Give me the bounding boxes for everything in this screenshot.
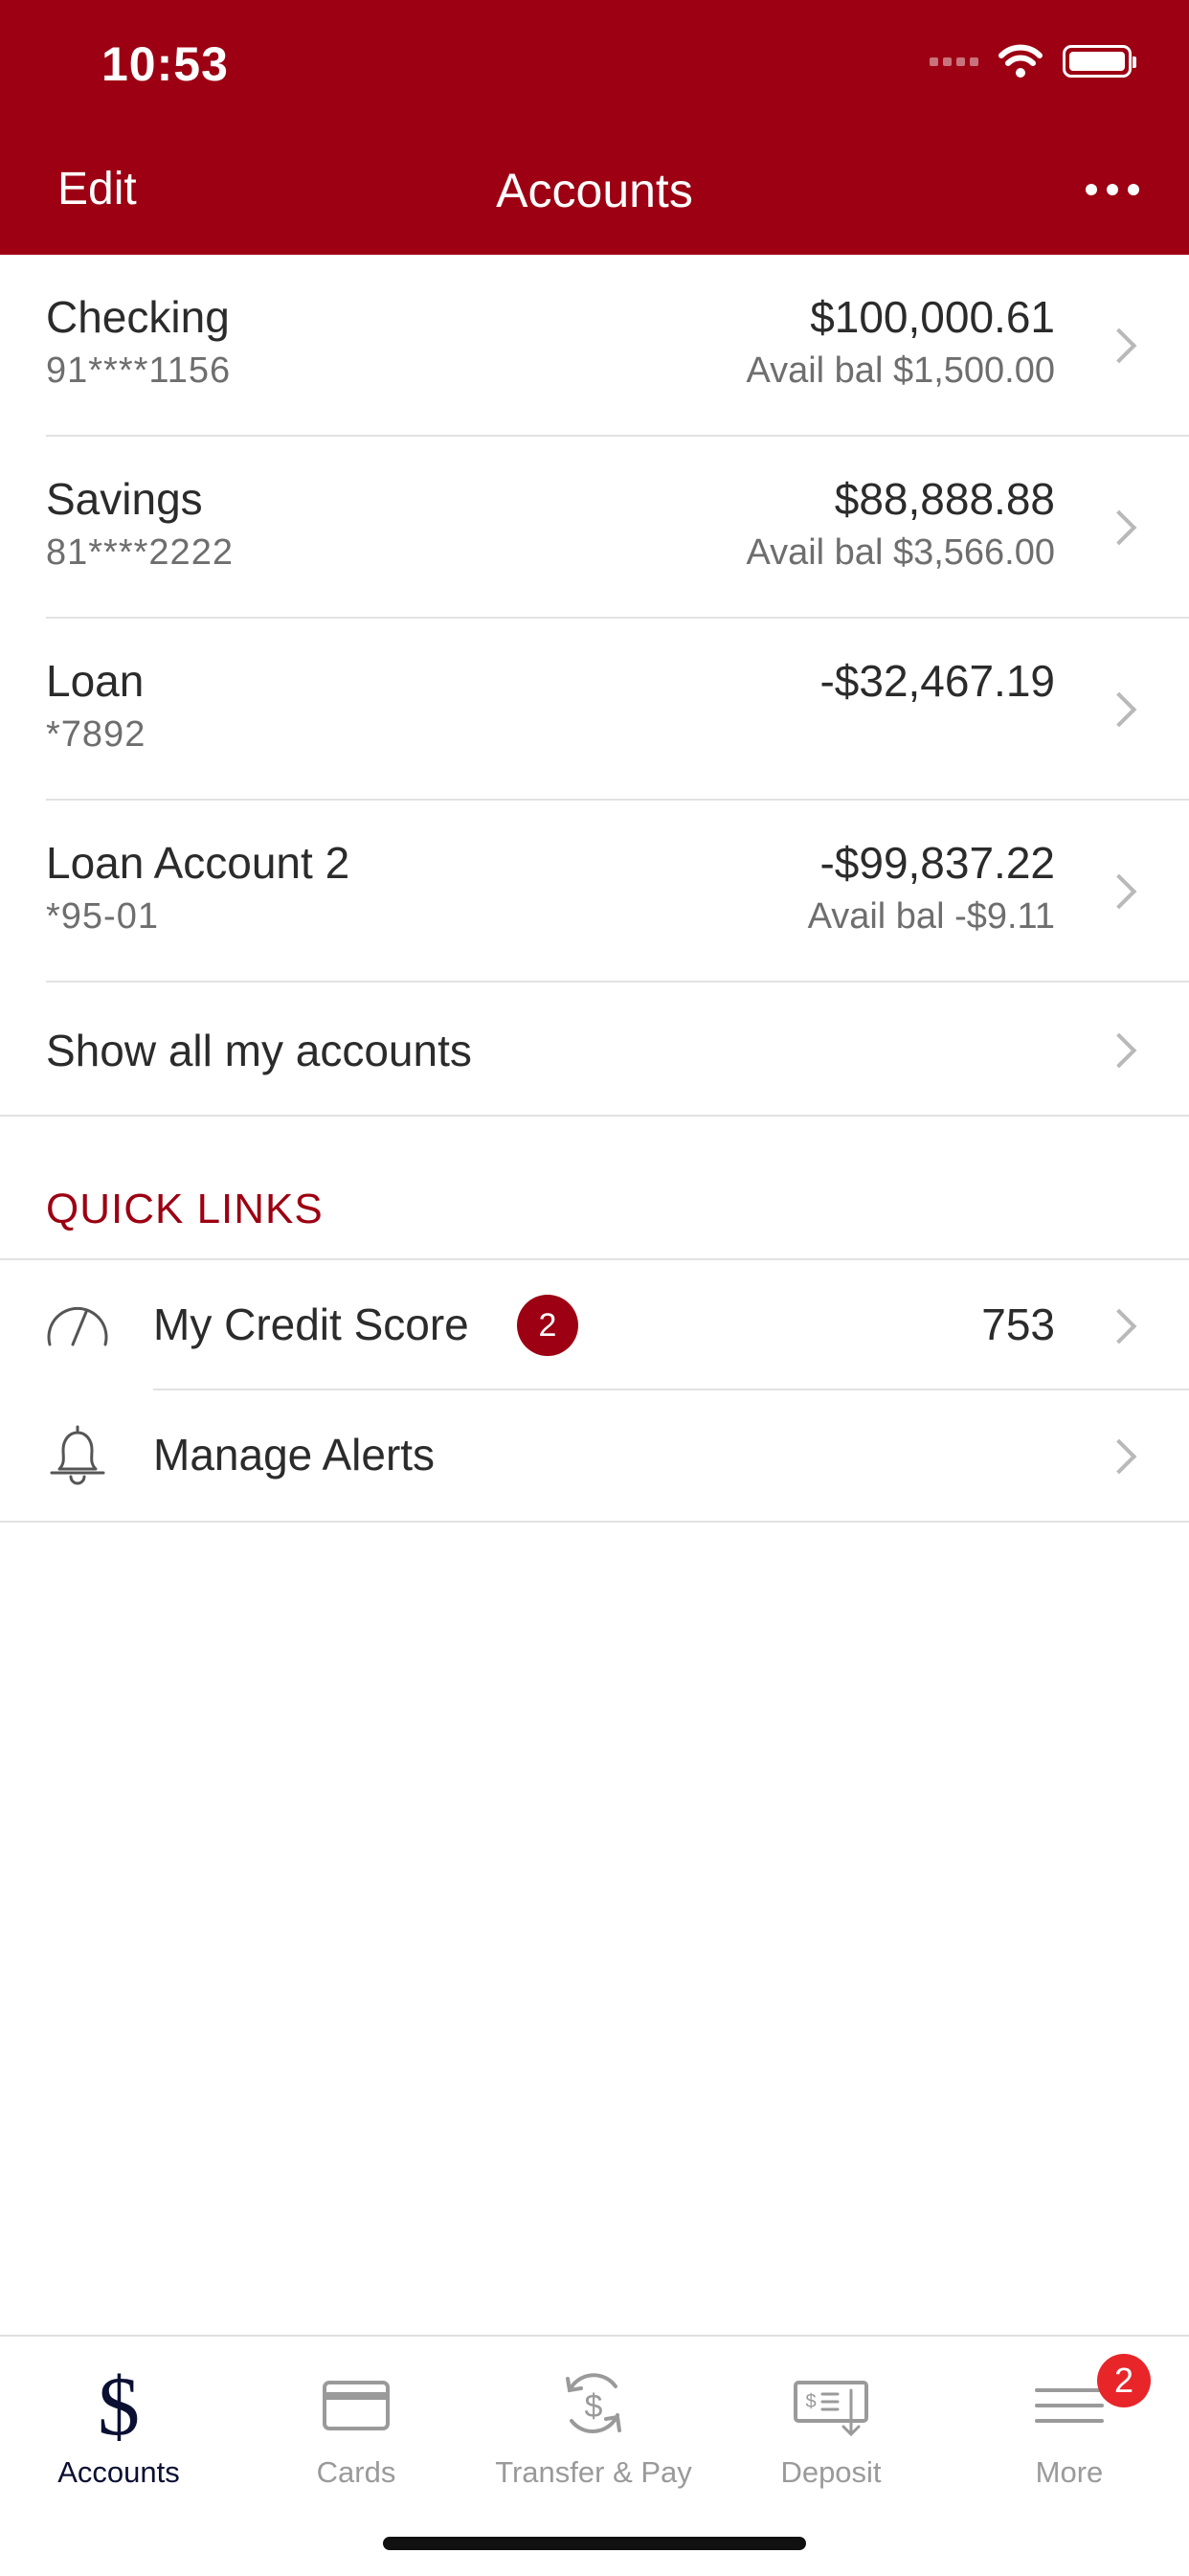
account-number: *7892: [46, 714, 146, 755]
cellular-signal-icon: [930, 56, 978, 66]
card-icon: [323, 2381, 390, 2430]
account-balance: -$99,837.22: [819, 838, 1055, 888]
section-divider: [0, 1115, 1189, 1117]
page-title: Accounts: [496, 164, 693, 217]
svg-text:$: $: [585, 2388, 603, 2425]
notification-badge: 2: [517, 1295, 578, 1356]
home-indicator[interactable]: [383, 2537, 806, 2550]
account-balance: -$32,467.19: [819, 656, 1055, 706]
show-all-accounts-link[interactable]: Show all my accounts: [0, 984, 1189, 1117]
show-all-label: Show all my accounts: [46, 1026, 472, 1075]
battery-icon: [1063, 45, 1136, 78]
svg-text:$: $: [98, 2361, 140, 2448]
tab-label: Transfer & Pay: [495, 2455, 692, 2489]
speedometer-icon: [47, 1306, 108, 1346]
chevron-right-icon: [1101, 691, 1137, 728]
account-number: 81****2222: [46, 532, 234, 573]
account-row-loan-2[interactable]: Loan Account 2 *95-01 -$99,837.22 Avail …: [0, 801, 1189, 983]
tab-deposit[interactable]: $ Deposit: [712, 2354, 950, 2497]
chevron-right-icon: [1101, 1438, 1137, 1475]
account-available-balance: Avail bal $1,500.00: [746, 350, 1055, 391]
divider: [46, 981, 1189, 983]
credit-score-value: 753: [981, 1299, 1055, 1349]
account-row-checking[interactable]: Checking 91****1156 $100,000.61 Avail ba…: [0, 255, 1189, 437]
tab-label: Cards: [316, 2455, 396, 2489]
quick-link-credit-score[interactable]: My Credit Score 2 753: [0, 1260, 1189, 1390]
dollar-icon: $: [98, 2361, 140, 2448]
tab-accounts[interactable]: $ Accounts: [0, 2354, 237, 2497]
tab-label: Accounts: [57, 2455, 180, 2489]
more-options-icon[interactable]: [1086, 184, 1139, 195]
menu-icon: [1035, 2388, 1104, 2423]
account-number: 91****1156: [46, 350, 232, 391]
tab-label: More: [1035, 2455, 1104, 2489]
account-available-balance: Avail bal $3,566.00: [746, 532, 1055, 573]
account-name: Loan: [46, 656, 145, 706]
more-notification-badge: 2: [1097, 2354, 1151, 2407]
chevron-right-icon: [1101, 1032, 1137, 1069]
chevron-right-icon: [1101, 328, 1137, 364]
account-name: Checking: [46, 292, 230, 342]
bell-icon: [50, 1425, 105, 1485]
account-available-balance: Avail bal -$9.11: [807, 896, 1055, 937]
quick-links-heading: QUICK LINKS: [46, 1186, 324, 1232]
tab-more[interactable]: 2 More: [950, 2354, 1189, 2497]
account-name: Loan Account 2: [46, 838, 350, 888]
wifi-icon: [998, 44, 1043, 78]
account-balance: $88,888.88: [834, 474, 1055, 524]
quick-link-label: Manage Alerts: [153, 1430, 436, 1480]
check-deposit-icon: $: [794, 2381, 868, 2437]
svg-text:$: $: [805, 2391, 816, 2412]
quick-link-label: My Credit Score: [153, 1299, 469, 1349]
account-name: Savings: [46, 474, 203, 524]
account-row-loan[interactable]: Loan *7892 -$32,467.19: [0, 619, 1189, 801]
transfer-icon: $: [566, 2373, 621, 2433]
section-divider: [0, 1521, 1189, 1523]
quick-link-manage-alerts[interactable]: Manage Alerts: [0, 1390, 1189, 1521]
app-header: 10:53 Edit Accounts: [0, 0, 1189, 255]
status-indicators: [930, 44, 1136, 79]
account-number: *95-01: [46, 896, 159, 937]
chevron-right-icon: [1101, 873, 1137, 910]
tab-cards[interactable]: Cards: [237, 2354, 475, 2497]
status-time: 10:53: [101, 37, 229, 91]
account-row-savings[interactable]: Savings 81****2222 $88,888.88 Avail bal …: [0, 437, 1189, 619]
tab-label: Deposit: [780, 2455, 882, 2489]
chevron-right-icon: [1101, 509, 1137, 546]
account-balance: $100,000.61: [810, 292, 1055, 342]
chevron-right-icon: [1101, 1308, 1137, 1344]
tab-transfer-pay[interactable]: $ Transfer & Pay: [475, 2354, 712, 2497]
